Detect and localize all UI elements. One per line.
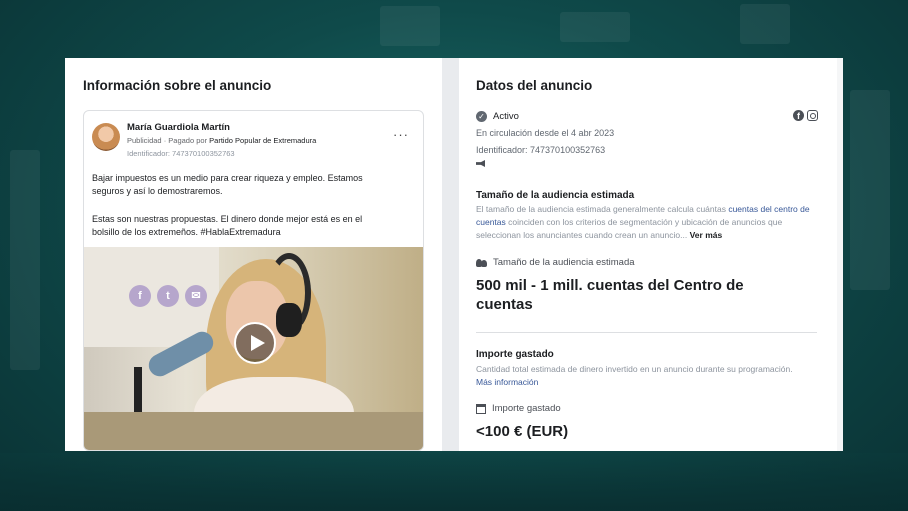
more-info-link[interactable]: Más información	[476, 377, 538, 387]
background-block	[10, 150, 40, 370]
divider	[476, 332, 817, 333]
background-block	[380, 6, 440, 46]
spend-metric-label-row: Importe gastado	[476, 403, 561, 414]
ad-body-paragraph-1: Bajar impuestos es un medio para crear r…	[92, 173, 363, 196]
page-name[interactable]: María Guardiola Martín	[127, 122, 230, 133]
sponsor-line: Publicidad · Pagado por Partido Popular …	[127, 136, 316, 145]
audience-metric-value: 500 mil - 1 mill. cuentas del Centro de …	[476, 277, 744, 313]
ad-preview-card: María Guardiola Martín Publicidad · Paga…	[83, 110, 424, 451]
audience-metric-label: Tamaño de la audiencia estimada	[493, 257, 635, 268]
audience-description: El tamaño de la audiencia estimada gener…	[476, 203, 822, 242]
paid-by-name: Partido Popular de Extremadura	[209, 136, 317, 145]
megaphone-icon	[476, 160, 485, 167]
people-icon	[476, 258, 487, 267]
audience-desc-text: El tamaño de la audiencia estimada gener…	[476, 204, 729, 214]
audience-section-title: Tamaño de la audiencia estimada	[476, 190, 635, 201]
background-block	[740, 4, 790, 44]
background-block	[560, 12, 630, 42]
spend-metric-value: <100 € (EUR)	[476, 423, 569, 440]
ad-data-title: Datos del anuncio	[476, 78, 593, 93]
background-lower-band	[0, 453, 908, 511]
platform-icons: f	[793, 110, 818, 121]
spend-metric-label: Importe gastado	[492, 403, 561, 414]
play-icon[interactable]	[234, 322, 276, 364]
background-block	[850, 90, 890, 290]
mail-icon: ✉	[185, 285, 207, 307]
ad-body-paragraph-2: Estas son nuestras propuestas. El dinero…	[92, 214, 363, 237]
ad-identifier: Identificador: 747370100352763	[127, 149, 235, 158]
ad-info-title: Información sobre el anuncio	[83, 78, 272, 93]
building-icon	[476, 403, 486, 414]
instagram-icon	[807, 110, 818, 121]
facebook-icon: f	[793, 110, 804, 121]
headphone-earcup	[276, 303, 302, 337]
ad-identifier: Identificador: 747370100352763	[476, 145, 606, 155]
sponsored-label: Publicidad	[127, 136, 162, 145]
paid-by-prefix: · Pagado por	[163, 136, 208, 145]
avatar[interactable]	[92, 123, 120, 151]
more-dots-icon[interactable]: ···	[393, 128, 409, 141]
status-row: ✓ Activo	[476, 111, 519, 122]
ad-info-panel: Información sobre el anuncio María Guard…	[65, 58, 442, 451]
twitter-icon: t	[157, 285, 179, 307]
audience-metric-label-row: Tamaño de la audiencia estimada	[476, 257, 635, 268]
status-text: Activo	[493, 111, 519, 122]
spend-description: Cantidad total estimada de dinero invert…	[476, 363, 796, 389]
video-desk	[84, 412, 423, 450]
ad-video[interactable]: f t ✉	[84, 247, 423, 450]
spend-section-title: Importe gastado	[476, 349, 554, 360]
ad-data-panel: Datos del anuncio ✓ Activo f En circulac…	[459, 58, 843, 451]
spend-desc-text: Cantidad total estimada de dinero invert…	[476, 364, 793, 374]
audience-desc-text-2: coinciden con los criterios de segmentac…	[476, 217, 783, 240]
see-more-link[interactable]: Ver más	[690, 230, 723, 240]
panel-gap	[442, 58, 459, 451]
scrollbar[interactable]	[837, 58, 843, 451]
facebook-icon: f	[129, 285, 151, 307]
check-icon: ✓	[476, 111, 487, 122]
running-since: En circulación desde el 4 abr 2023	[476, 128, 615, 138]
